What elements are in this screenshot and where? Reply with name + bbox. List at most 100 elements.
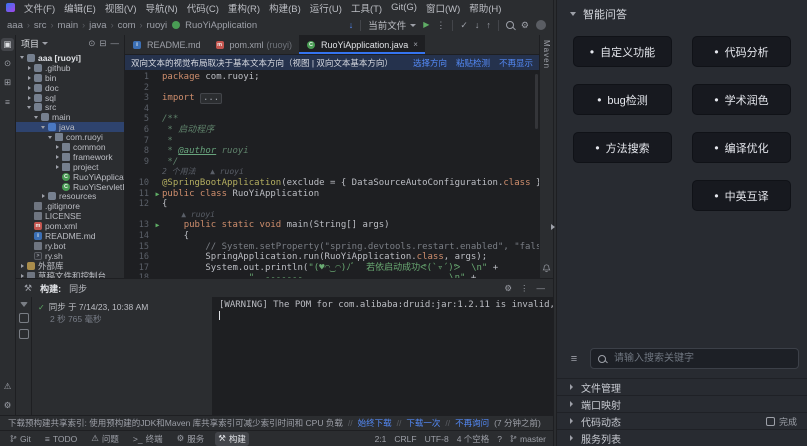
banner-link-dismiss[interactable]: 不再显示 — [499, 57, 533, 69]
tree-item-github[interactable]: .github — [16, 63, 124, 73]
code-editor[interactable]: 1package com.ruoyi; 2 3import ... 4 5/**… — [125, 70, 539, 278]
tree-item-common[interactable]: common — [16, 142, 124, 152]
build-more-icon[interactable]: ⋮ — [520, 283, 529, 294]
breadcrumb-file[interactable]: RuoYiApplication — [185, 20, 257, 31]
menu-navigate[interactable]: 导航(N) — [145, 1, 177, 15]
line-endings[interactable]: CRLF — [394, 434, 416, 444]
tree-item-main[interactable]: main — [16, 112, 124, 122]
tree-item-readme[interactable]: README.md — [16, 231, 124, 241]
tree-item-src[interactable]: src — [16, 102, 124, 112]
tree-item-ruoyiapplication[interactable]: RuoYiApplication — [16, 172, 124, 182]
tab-ruoyiapplication[interactable]: RuoYiApplication.java × — [299, 35, 425, 54]
tree-item-ruoyiservletinitializer[interactable]: RuoYiServletInitializer — [16, 182, 124, 192]
collapse-all-icon[interactable] — [19, 329, 29, 339]
caret-position[interactable]: 2:1 — [375, 434, 387, 444]
statusbar-services-button[interactable]: ⚙服务 — [174, 432, 208, 446]
run-class-gutter-icon[interactable]: ▶ — [156, 190, 160, 198]
tree-item-project[interactable]: project — [16, 162, 124, 172]
readonly-indicator[interactable]: ? — [497, 434, 502, 444]
git-push-icon[interactable]: ↑ — [486, 21, 491, 30]
expand-all-icon[interactable] — [19, 313, 29, 323]
menu-file[interactable]: 文件(F) — [24, 1, 55, 15]
commit-tool-icon[interactable]: ⊙ — [1, 57, 14, 70]
tree-item-resources[interactable]: resources — [16, 191, 124, 201]
tree-item-doc[interactable]: doc — [16, 83, 124, 93]
menu-edit[interactable]: 编辑(E) — [64, 1, 96, 15]
tree-item-pom[interactable]: pom.xml — [16, 221, 124, 231]
menu-run[interactable]: 运行(U) — [310, 1, 342, 15]
menu-git[interactable]: Git(G) — [391, 2, 417, 13]
breadcrumb-src[interactable]: src — [34, 20, 47, 31]
search-icon[interactable] — [506, 21, 514, 29]
build-result-row[interactable]: ✓ 同步 于 7/14/23, 10:38 AM — [38, 301, 206, 313]
statusbar-problems-button[interactable]: ⚠问题 — [88, 432, 122, 446]
menu-refactor[interactable]: 重构(R) — [228, 1, 260, 15]
tree-item-root[interactable]: aaa [ruoyi] — [16, 53, 124, 63]
build-tab-sync[interactable]: 同步 — [69, 282, 87, 295]
tree-item-license[interactable]: LICENSE — [16, 211, 124, 221]
tree-item-ry-bot[interactable]: ry.bot — [16, 241, 124, 251]
locate-file-icon[interactable]: ⊙ — [88, 38, 95, 49]
bug-detect-button[interactable]: •bug检测 — [573, 84, 672, 115]
menu-icon[interactable]: ≡ — [565, 350, 583, 368]
settings-gear-icon[interactable]: ⚙ — [521, 21, 529, 30]
pull-requests-tool-icon[interactable]: ⊞ — [1, 76, 14, 89]
maven-tool-label[interactable]: Maven — [542, 40, 551, 69]
breadcrumb-com[interactable]: com — [118, 20, 136, 31]
hint-link-always-download[interactable]: 始终下载 — [358, 417, 392, 429]
code-analysis-button[interactable]: •代码分析 — [692, 36, 791, 67]
banner-link-detect[interactable]: 粘贴检测 — [456, 57, 490, 69]
git-branch-widget[interactable]: master — [510, 434, 546, 444]
section-file-manager[interactable]: 文件管理 — [557, 378, 807, 395]
structure-tool-icon[interactable]: ≡ — [1, 95, 14, 108]
collapse-all-icon[interactable]: ⊟ — [99, 38, 106, 49]
git-pull-icon[interactable]: ↓ — [475, 21, 480, 30]
menu-help[interactable]: 帮助(H) — [469, 1, 501, 15]
user-avatar[interactable] — [536, 20, 546, 30]
project-panel-header[interactable]: 项目 ⊙ ⊟ — — [16, 35, 124, 52]
editor-scrollbar[interactable] — [535, 74, 538, 129]
tree-item-java[interactable]: java — [16, 122, 124, 132]
update-project-icon[interactable]: ↓ — [349, 21, 354, 30]
section-port-mapping[interactable]: 端口映射 — [557, 395, 807, 412]
filter-icon[interactable] — [20, 302, 28, 307]
usages-inlay-hint[interactable]: 2 个用法 ▲ ruoyi — [162, 167, 244, 178]
assistant-header[interactable]: 智能问答 — [557, 0, 807, 28]
run-main-gutter-icon[interactable]: ▶ — [156, 221, 160, 229]
academic-polish-button[interactable]: •学术润色 — [692, 84, 791, 115]
search-input[interactable] — [612, 352, 791, 365]
notifications-bell-icon[interactable] — [542, 264, 551, 273]
hint-link-dont-ask[interactable]: 不再询问 — [455, 417, 489, 429]
breadcrumb-main[interactable]: main — [58, 20, 79, 31]
menu-window[interactable]: 窗口(W) — [426, 1, 460, 15]
section-code-activity[interactable]: 代码动态 完成 — [557, 412, 807, 429]
tree-item-bin[interactable]: bin — [16, 73, 124, 83]
statusbar-todo-button[interactable]: ≡TODO — [42, 433, 80, 445]
tree-item-scratches[interactable]: 草稿文件和控制台 — [16, 271, 124, 278]
git-commit-check-icon[interactable]: ✓ — [460, 21, 468, 30]
hint-link-download-once[interactable]: 下载一次 — [406, 417, 440, 429]
section-service-list[interactable]: 服务列表 — [557, 429, 807, 446]
more-actions-icon[interactable]: ⋮ — [436, 21, 445, 30]
run-button[interactable]: ▶ — [423, 21, 429, 29]
statusbar-build-button[interactable]: ⚒构建 — [215, 432, 249, 446]
breadcrumb-aaa[interactable]: aaa — [7, 20, 23, 31]
custom-function-button[interactable]: •自定义功能 — [573, 36, 672, 67]
hide-build-panel-icon[interactable]: — — [537, 283, 546, 293]
problems-tool-icon[interactable]: ⚠ — [1, 380, 14, 393]
menu-view[interactable]: 视图(V) — [105, 1, 137, 15]
menu-tools[interactable]: 工具(T) — [351, 1, 382, 15]
folded-code[interactable]: ... — [200, 93, 222, 104]
tree-item-ry-sh[interactable]: ry.sh — [16, 251, 124, 261]
tree-item-gitignore[interactable]: .gitignore — [16, 201, 124, 211]
author-inlay-hint[interactable]: ▲ ruoyi — [162, 210, 215, 221]
project-tool-icon[interactable]: ▣ — [1, 38, 14, 51]
statusbar-terminal-button[interactable]: >_终端 — [130, 432, 166, 446]
menu-code[interactable]: 代码(C) — [187, 1, 219, 15]
statusbar-git-button[interactable]: Git — [7, 433, 34, 445]
services-tool-icon[interactable]: ⚙ — [1, 399, 14, 412]
close-tab-icon[interactable]: × — [413, 40, 418, 49]
hide-panel-icon[interactable]: — — [111, 38, 120, 49]
tree-item-com-ruoyi[interactable]: com.ruoyi — [16, 132, 124, 142]
assistant-search-box[interactable] — [590, 348, 799, 369]
